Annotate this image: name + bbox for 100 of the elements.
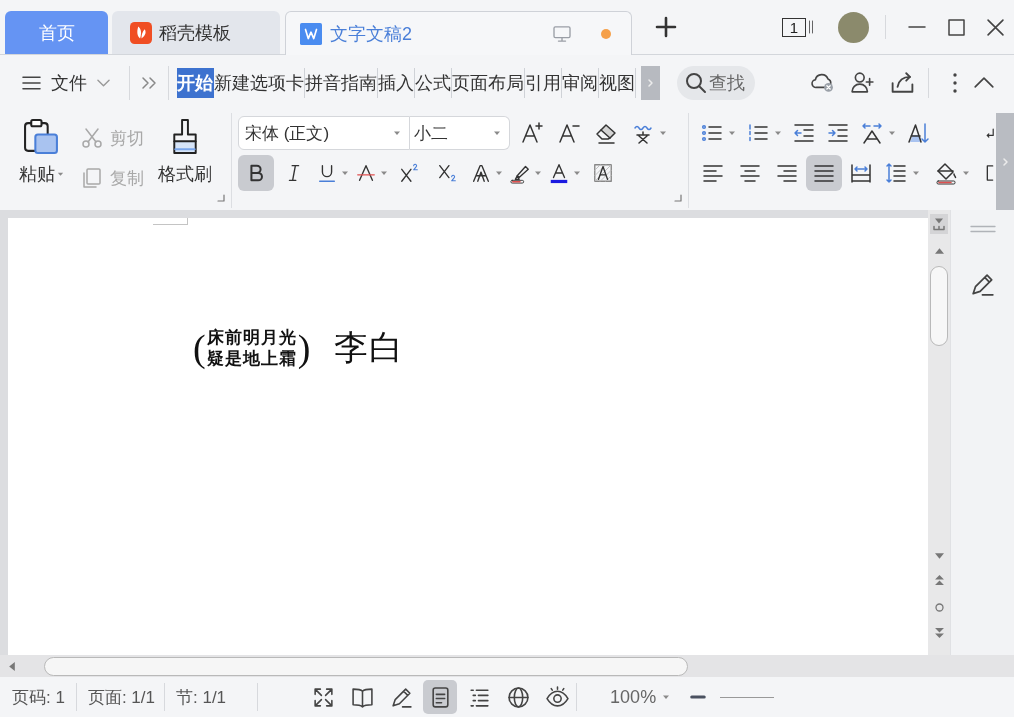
scroll-up-icon[interactable] xyxy=(934,248,944,254)
ribbon-tab[interactable]: 新建选项卡 xyxy=(214,67,305,98)
paste-button[interactable]: 粘贴 xyxy=(16,118,66,185)
eraser-icon xyxy=(594,121,618,145)
font-size-dropdown[interactable]: 小二 xyxy=(410,116,510,150)
minus-icon xyxy=(690,695,707,699)
return-arrow-icon[interactable] xyxy=(986,125,994,141)
split-view-button[interactable] xyxy=(930,214,948,234)
pen-icon xyxy=(389,685,413,709)
double-chevron-icon xyxy=(142,76,156,89)
horizontal-scroll-thumb[interactable] xyxy=(44,656,688,676)
caret-down-icon xyxy=(962,169,970,177)
author-text: 李白 xyxy=(334,328,405,368)
format-painter-button[interactable]: 格式刷 xyxy=(158,118,212,185)
copy-icon xyxy=(82,168,102,188)
close-button[interactable] xyxy=(987,17,1004,37)
chevron-right-icon xyxy=(1002,157,1008,166)
subscript-icon xyxy=(437,162,459,184)
globe-icon xyxy=(506,685,530,709)
more-tabs-button[interactable] xyxy=(142,76,156,89)
caret-down-icon xyxy=(728,129,736,137)
split-icon xyxy=(933,218,945,230)
clipboard-icon xyxy=(23,118,59,155)
ribbon-tab[interactable]: 公式 xyxy=(415,67,452,98)
chevron-right-icon xyxy=(648,78,653,87)
grow-font-icon xyxy=(520,121,544,145)
font-name-dropdown[interactable]: 宋体 (正文) xyxy=(238,116,410,150)
pen-icon[interactable] xyxy=(971,274,994,296)
bold-button[interactable] xyxy=(238,155,274,191)
cloud-icon xyxy=(811,72,834,93)
plus-icon xyxy=(656,17,676,37)
open-parenthesis: ( xyxy=(193,326,206,371)
corner-mark-icon xyxy=(153,218,188,225)
ribbon-tab[interactable]: 插入 xyxy=(378,67,415,98)
sort-icon xyxy=(906,121,930,145)
drag-handle-icon[interactable] xyxy=(969,225,996,233)
double-down-triangle-icon[interactable] xyxy=(934,628,944,638)
page-count-text: 页面: 1/1 xyxy=(87,686,155,709)
person-add-icon xyxy=(851,72,874,93)
hatched-letter-icon xyxy=(592,162,614,184)
caret-down-icon xyxy=(380,169,388,177)
search-button[interactable]: 查找 xyxy=(677,65,755,100)
strikethrough-icon xyxy=(355,162,377,184)
template-tab[interactable]: 稻壳模板 xyxy=(112,11,280,54)
double-up-triangle-icon[interactable] xyxy=(934,575,944,585)
leaf-logo-icon xyxy=(130,21,152,44)
document-app-icon xyxy=(300,22,322,45)
caret-down-icon xyxy=(662,693,671,701)
caret-down-icon xyxy=(912,169,920,177)
ribbon-tab[interactable]: 视图 xyxy=(599,67,636,98)
close-icon xyxy=(987,18,1004,36)
fullscreen-icon xyxy=(311,685,335,709)
caret-down-icon xyxy=(659,129,667,137)
zoom-dropdown[interactable]: 100% xyxy=(610,686,671,708)
section-text: 节: 1/1 xyxy=(176,686,227,709)
caret-down-icon xyxy=(56,170,64,178)
maximize-button[interactable] xyxy=(948,17,965,37)
share-button[interactable] xyxy=(891,70,914,95)
avatar-placeholder[interactable] xyxy=(838,11,869,43)
caret-down-icon xyxy=(495,169,503,177)
decrease-indent-icon xyxy=(792,121,816,145)
font-color-icon xyxy=(548,162,570,184)
page-view-button[interactable] xyxy=(423,680,458,714)
vertical-scroll-thumb[interactable] xyxy=(930,266,948,346)
caret-down-icon xyxy=(341,169,349,177)
close-parenthesis: ) xyxy=(297,326,311,371)
ribbon-tab[interactable]: 拼音指南 xyxy=(305,67,378,98)
poem-line: 疑是地上霜 xyxy=(206,348,297,369)
new-tab-button[interactable] xyxy=(656,17,676,37)
ribbon-tab[interactable]: 开始 xyxy=(177,67,214,98)
shrink-font-icon xyxy=(557,121,581,145)
line-spacing-icon xyxy=(884,161,908,185)
more-vertical-icon xyxy=(953,72,957,93)
chevron-up-icon xyxy=(974,77,994,88)
document-tab[interactable]: 文字文稿2 xyxy=(285,11,632,55)
caret-down-icon xyxy=(534,169,542,177)
align-justify-button[interactable] xyxy=(806,155,842,191)
page-number-text: 页码: 1 xyxy=(12,686,65,709)
eye-icon xyxy=(545,685,569,709)
bracket-icon[interactable] xyxy=(986,165,994,181)
ribbon-tab[interactable]: 引用 xyxy=(525,67,562,98)
scissors-icon xyxy=(82,128,102,148)
search-icon xyxy=(686,72,706,93)
increase-indent-icon xyxy=(826,121,850,145)
caret-down-icon xyxy=(393,129,401,137)
more-button[interactable] xyxy=(953,70,957,95)
stack-bars-icon xyxy=(808,18,814,36)
scroll-left-icon[interactable] xyxy=(9,661,15,671)
ribbon-tab[interactable]: 审阅 xyxy=(562,67,599,98)
scroll-down-icon[interactable] xyxy=(934,553,944,559)
window-count-button[interactable]: 1 xyxy=(782,17,806,37)
poem-line: 床前明月光 xyxy=(206,327,297,348)
caret-down-icon xyxy=(774,129,782,137)
circle-icon[interactable] xyxy=(934,603,944,612)
letter-arrows-icon xyxy=(860,121,884,145)
caret-down-icon xyxy=(493,129,501,137)
file-menu-button[interactable]: 文件 xyxy=(22,70,110,95)
ribbon-tab[interactable]: 页面布局 xyxy=(452,67,525,98)
chevron-down-icon xyxy=(97,78,110,87)
add-person-button[interactable] xyxy=(851,70,874,95)
